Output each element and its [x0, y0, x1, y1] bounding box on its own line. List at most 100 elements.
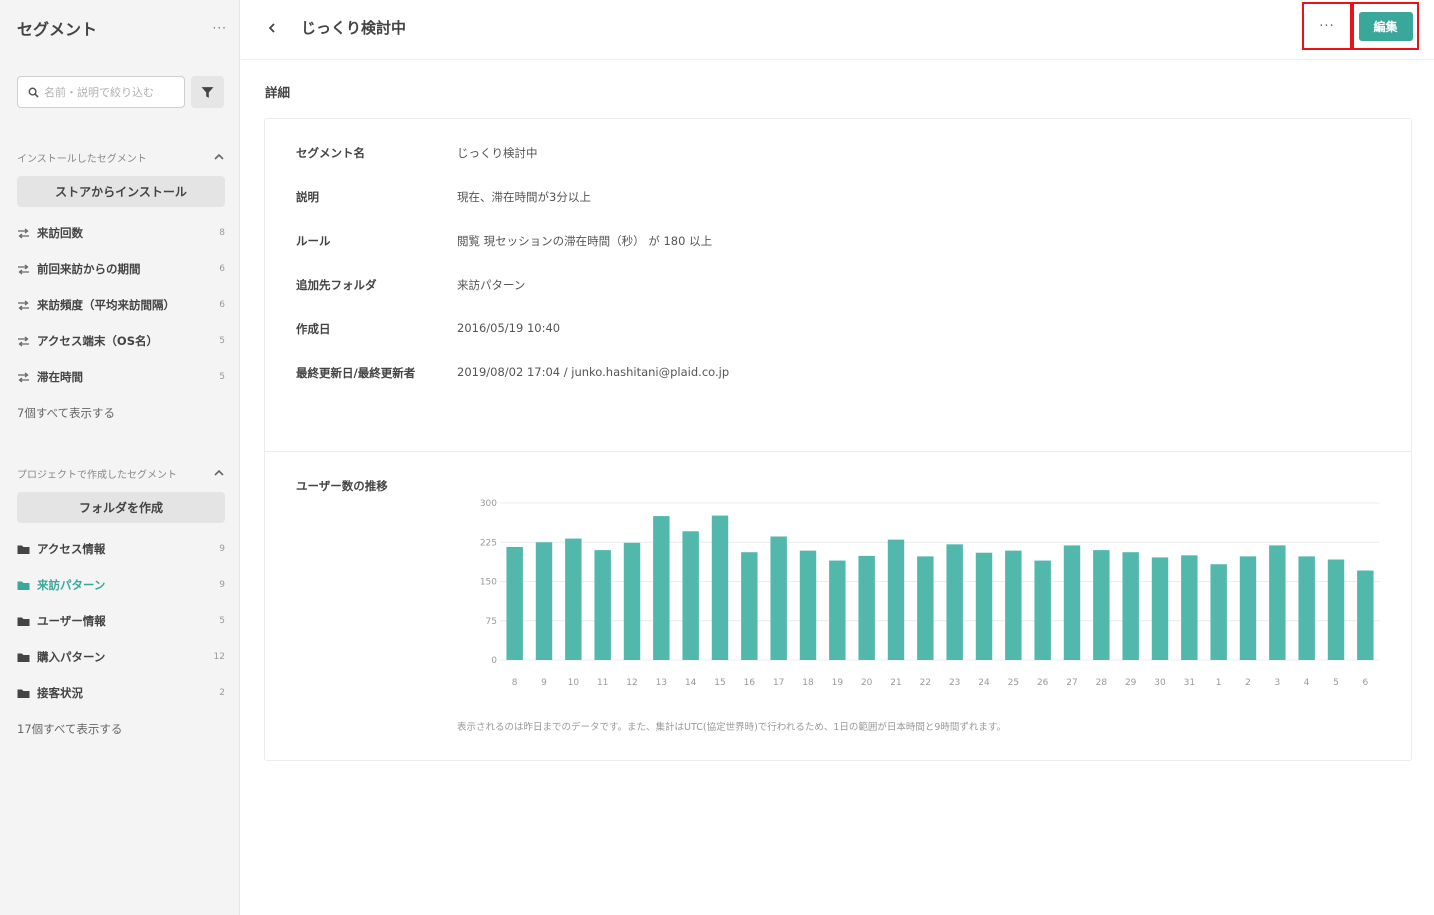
detail-label-created: 作成日: [296, 322, 331, 336]
chevron-up-icon: [214, 469, 224, 476]
sidebar-item-count: 8: [219, 228, 225, 238]
chevron-up-icon: [214, 153, 224, 160]
segment-icon: [17, 335, 30, 348]
project-section-header[interactable]: プロジェクトで作成したセグメント: [17, 466, 225, 481]
sidebar: セグメント ··· インストールしたセグメント ストアからインストール 来訪回数…: [0, 0, 240, 915]
x-tick-label: 26: [1037, 678, 1049, 688]
sidebar-item-visit-pattern[interactable]: 来訪パターン 9: [17, 576, 225, 594]
y-tick-label: 225: [480, 538, 497, 548]
x-tick-label: 18: [802, 678, 814, 688]
sidebar-item-label: アクセス情報: [37, 542, 106, 556]
sidebar-item-access-info[interactable]: アクセス情報 9: [17, 540, 225, 558]
sidebar-item-purchase-pattern[interactable]: 購入パターン 12: [17, 648, 225, 666]
topbar: じっくり検討中 ··· 編集: [241, 0, 1434, 60]
detail-label-description: 説明: [296, 190, 319, 204]
detail-value-description: 現在、滞在時間が3分以上: [457, 190, 591, 204]
x-tick-label: 12: [626, 678, 637, 688]
x-tick-label: 11: [597, 678, 608, 688]
sidebar-item-visit-frequency[interactable]: 来訪頻度（平均来訪間隔） 6: [17, 296, 225, 314]
sidebar-item-count: 2: [219, 688, 225, 698]
bar[interactable]: [1327, 559, 1345, 660]
x-tick-label: 17: [773, 678, 784, 688]
segment-icon: [17, 299, 30, 312]
sidebar-item-label: 購入パターン: [37, 650, 106, 664]
bar[interactable]: [1151, 557, 1169, 660]
sidebar-item-visit-count[interactable]: 来訪回数 8: [17, 224, 225, 242]
x-tick-label: 4: [1304, 678, 1310, 688]
sidebar-item-access-device[interactable]: アクセス端末（OS名） 5: [17, 332, 225, 350]
x-tick-label: 15: [714, 678, 725, 688]
sidebar-item-count: 9: [219, 544, 225, 554]
x-tick-label: 16: [744, 678, 756, 688]
detail-value-rule: 閲覧 現セッションの滞在時間（秒） が 180 以上: [457, 234, 713, 248]
y-tick-label: 0: [491, 656, 497, 666]
folder-icon: [17, 687, 30, 700]
sidebar-item-engagement-status[interactable]: 接客状況 2: [17, 684, 225, 702]
bar[interactable]: [1210, 564, 1227, 660]
sidebar-item-count: 6: [219, 264, 225, 274]
sidebar-item-label: 来訪パターン: [37, 578, 106, 592]
sidebar-item-label: 前回来訪からの期間: [37, 262, 141, 276]
bar[interactable]: [770, 536, 787, 660]
bar[interactable]: [1034, 560, 1051, 660]
search-input[interactable]: [44, 85, 174, 99]
sidebar-item-user-info[interactable]: ユーザー情報 5: [17, 612, 225, 630]
bar[interactable]: [1181, 555, 1198, 660]
detail-label-rule: ルール: [296, 234, 331, 248]
bar[interactable]: [623, 542, 641, 660]
filter-button[interactable]: [191, 76, 224, 108]
sidebar-item-time-since-last-visit[interactable]: 前回来訪からの期間 6: [17, 260, 225, 278]
bar[interactable]: [799, 550, 817, 660]
chart-title: ユーザー数の推移: [296, 479, 388, 493]
sidebar-header: セグメント ···: [17, 16, 227, 40]
detail-value-segment-name: じっくり検討中: [457, 146, 538, 160]
search-box[interactable]: [17, 76, 185, 108]
bar[interactable]: [682, 531, 699, 660]
sidebar-more-button[interactable]: ···: [213, 21, 227, 35]
bar[interactable]: [1239, 556, 1257, 660]
bar[interactable]: [946, 544, 963, 660]
sidebar-item-count: 6: [219, 300, 225, 310]
detail-label-segment-name: セグメント名: [296, 146, 365, 160]
segment-icon: [17, 371, 30, 384]
bar[interactable]: [1298, 556, 1315, 660]
more-options-button[interactable]: ···: [1302, 2, 1352, 50]
bar[interactable]: [535, 542, 553, 660]
bar[interactable]: [653, 516, 670, 660]
edit-button[interactable]: 編集: [1358, 11, 1413, 41]
y-tick-label: 300: [480, 499, 497, 509]
detail-value-updated: 2019/08/02 17:04 / junko.hashitani@plaid…: [457, 365, 730, 379]
bar[interactable]: [975, 552, 993, 660]
bar[interactable]: [1063, 545, 1081, 660]
x-tick-label: 14: [685, 678, 697, 688]
bar[interactable]: [565, 538, 582, 660]
bar[interactable]: [917, 556, 934, 660]
sidebar-item-count: 9: [219, 580, 225, 590]
project-show-all-link[interactable]: 17個すべて表示する: [17, 721, 122, 737]
bar[interactable]: [829, 560, 846, 660]
create-folder-button[interactable]: フォルダを作成: [17, 492, 225, 523]
installed-section-heading: インストールしたセグメント: [17, 153, 147, 165]
sidebar-item-label: 来訪回数: [37, 226, 83, 240]
installed-show-all-link[interactable]: 7個すべて表示する: [17, 405, 115, 421]
bar[interactable]: [1269, 545, 1286, 660]
bar[interactable]: [1005, 550, 1022, 660]
bar[interactable]: [1093, 550, 1110, 660]
back-button[interactable]: [263, 19, 281, 37]
bar[interactable]: [887, 539, 905, 660]
install-from-store-button[interactable]: ストアからインストール: [17, 176, 225, 207]
bar[interactable]: [711, 515, 729, 660]
bar[interactable]: [858, 555, 875, 660]
installed-section-header[interactable]: インストールしたセグメント: [17, 150, 225, 165]
sidebar-item-count: 5: [219, 372, 225, 382]
x-tick-label: 31: [1184, 678, 1195, 688]
bar[interactable]: [1122, 552, 1139, 660]
x-tick-label: 19: [832, 678, 844, 688]
bar[interactable]: [1357, 570, 1374, 660]
bar[interactable]: [594, 550, 611, 660]
bar[interactable]: [741, 552, 758, 660]
bar[interactable]: [506, 546, 523, 660]
sidebar-item-dwell-time[interactable]: 滞在時間 5: [17, 368, 225, 386]
y-tick-label: 75: [486, 617, 497, 627]
details-section-title: 詳細: [265, 85, 291, 100]
